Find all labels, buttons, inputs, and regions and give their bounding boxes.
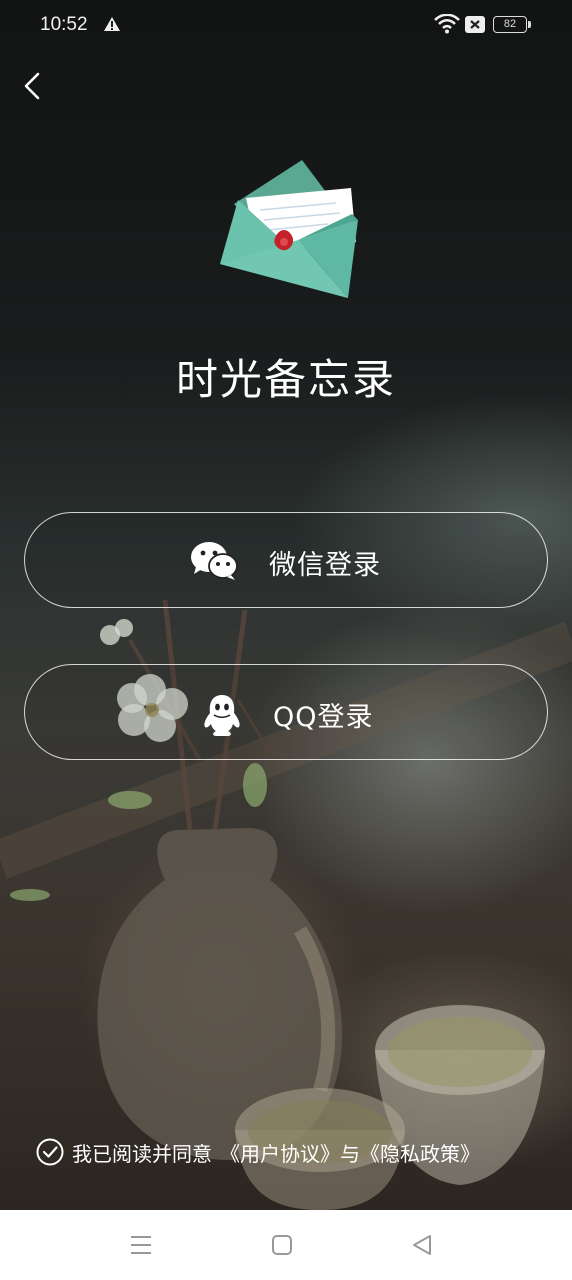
battery-level: 82 xyxy=(503,18,517,30)
agreement-connector: 与 xyxy=(340,1141,360,1166)
wechat-login-button[interactable]: 微信登录 xyxy=(24,512,548,608)
user-agreement-link[interactable]: 《用户协议》 xyxy=(220,1138,340,1167)
chevron-left-icon xyxy=(24,72,40,100)
envelope-letter-icon xyxy=(220,160,358,298)
wechat-icon xyxy=(191,542,238,580)
login-screen: 10:52 82 时光备忘录 微信登录 QQ登录 我已阅读并同意 《用户协议》 … xyxy=(0,0,572,1210)
square-home-icon[interactable] xyxy=(268,1232,296,1258)
sim-off-icon xyxy=(465,16,485,33)
alert-icon xyxy=(104,17,120,31)
agree-checkbox[interactable] xyxy=(36,1138,64,1166)
back-button[interactable] xyxy=(16,68,52,104)
status-time: 10:52 xyxy=(40,14,88,35)
battery-icon: 82 xyxy=(493,16,531,33)
agreement-row: 我已阅读并同意 《用户协议》 与 《隐私政策》 xyxy=(36,1136,480,1168)
status-bar: 10:52 82 xyxy=(0,0,572,52)
privacy-policy-link[interactable]: 《隐私政策》 xyxy=(360,1138,480,1167)
wechat-login-label: 微信登录 xyxy=(269,550,381,581)
system-navigation-bar xyxy=(0,1210,572,1280)
menu-icon[interactable] xyxy=(127,1232,155,1258)
triangle-back-icon[interactable] xyxy=(408,1232,436,1258)
wifi-icon xyxy=(434,14,460,34)
qq-login-label: QQ登录 xyxy=(273,702,374,733)
qq-login-button[interactable]: QQ登录 xyxy=(24,664,548,760)
checkmark-icon xyxy=(42,1146,58,1158)
app-title: 时光备忘录 xyxy=(175,355,396,404)
agreement-prefix: 我已阅读并同意 xyxy=(72,1141,212,1166)
qq-penguin-icon xyxy=(204,695,240,736)
